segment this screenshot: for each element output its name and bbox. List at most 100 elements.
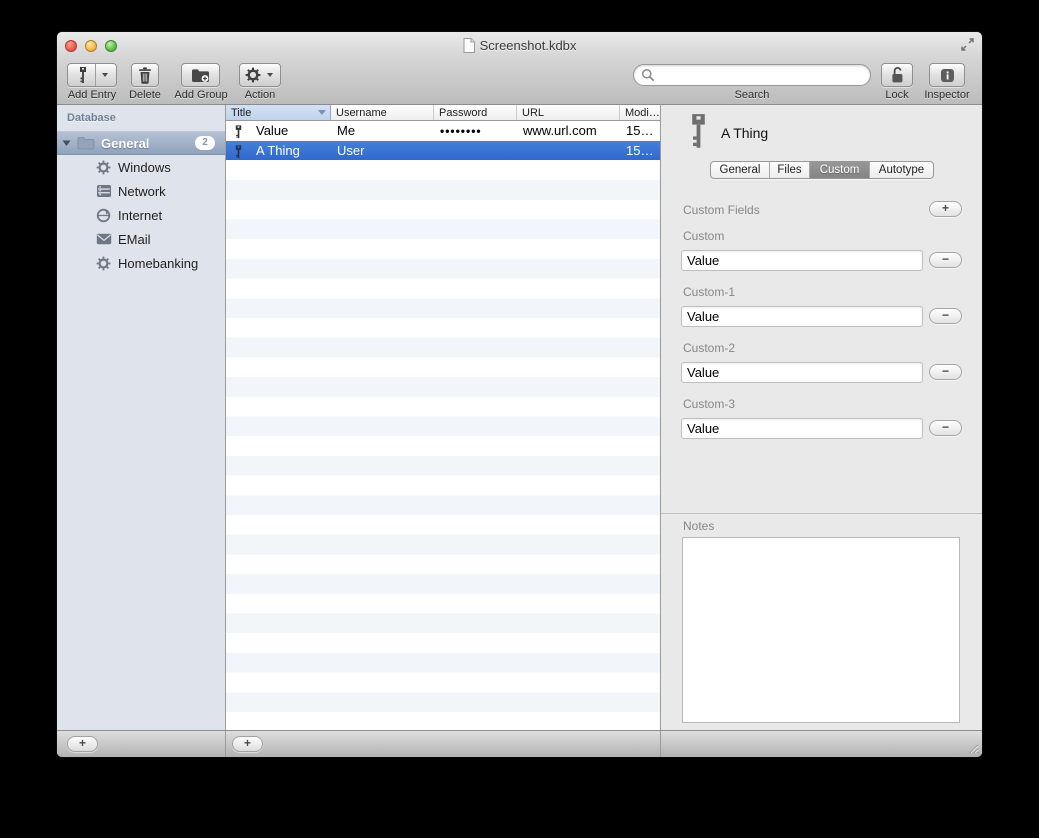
column-header-modified[interactable]: Modi… [620,105,660,120]
add-entry-footer-button[interactable]: + [232,736,263,752]
network-icon [96,184,112,198]
column-header-title[interactable]: Title [226,105,331,120]
entry-modified: 15… [620,143,660,158]
sidebar-item-label: EMail [118,232,151,247]
search-input[interactable] [655,66,870,84]
column-header-password[interactable]: Password [434,105,517,120]
titlebar[interactable]: Screenshot.kdbx [57,32,982,58]
add-entry-label: Add Entry [67,89,117,102]
document-icon [463,38,475,53]
notes-label: Notes [683,519,714,533]
entry-password: •••••••• [434,124,517,138]
trash-icon [138,67,152,84]
disclosure-triangle-icon[interactable] [62,139,71,147]
delete-label: Delete [117,89,173,102]
entry-title: A Thing [256,143,300,158]
entry-url: www.url.com [517,123,620,138]
search-label: Search [633,89,871,102]
sidebar-item-windows[interactable]: Windows [57,155,225,179]
sidebar-group-label: General [101,136,149,151]
app-window: Screenshot.kdbx Add Entry Delete [57,32,982,757]
lock-button[interactable] [881,63,913,87]
delete-button[interactable] [131,63,159,87]
custom-field-input[interactable] [681,250,923,271]
table-header-row: Title Username Password URL Modi… [226,105,660,121]
sidebar-item-label: Network [118,184,166,199]
inspector-button[interactable] [929,63,965,87]
search-field[interactable] [633,64,871,86]
custom-field-input[interactable] [681,362,923,383]
custom-fields-label: Custom Fields [683,203,760,217]
remove-custom-field-button[interactable]: − [929,252,962,268]
sidebar-item-label: Windows [118,160,171,175]
sidebar-group-general[interactable]: General 2 [57,131,225,155]
entry-detail-title: A Thing [721,125,768,141]
sidebar-item-network[interactable]: Network [57,179,225,203]
entry-username: Me [331,123,434,138]
tab-general[interactable]: General [711,162,770,178]
entry-row[interactable]: Value Me •••••••• www.url.com 15… [226,121,660,141]
search-icon [641,68,655,82]
entry-row-selected[interactable]: A Thing User 15… [226,141,660,161]
resize-grip[interactable] [966,741,979,754]
sidebar-header: Database [67,112,116,124]
mail-icon [96,233,112,245]
tab-custom[interactable]: Custom [810,162,870,178]
folder-icon [77,136,95,150]
sort-descending-icon [318,110,326,115]
entry-title: Value [256,123,288,138]
entry-table: Title Username Password URL Modi… Value [225,105,660,730]
gear-icon [96,256,112,271]
field-label: Custom-1 [683,285,735,299]
sidebar-item-homebanking[interactable]: Homebanking [57,251,225,275]
divider [661,513,982,514]
info-icon [939,67,956,84]
window-title-area: Screenshot.kdbx [57,32,982,58]
divider [660,731,661,757]
column-header-username[interactable]: Username [331,105,434,120]
add-group-button[interactable] [181,63,220,87]
add-group-footer-button[interactable]: + [67,736,98,752]
add-group-label: Add Group [172,89,230,102]
divider [225,731,226,757]
chevron-down-icon [267,73,273,77]
key-icon [78,67,88,84]
tab-autotype[interactable]: Autotype [870,162,933,178]
sidebar-item-email[interactable]: EMail [57,227,225,251]
add-custom-field-button[interactable]: + [929,201,962,217]
custom-field-input[interactable] [681,418,923,439]
unlock-icon [890,66,905,84]
window-title: Screenshot.kdbx [480,38,577,53]
key-icon [234,145,243,158]
add-entry-button[interactable] [67,63,117,87]
fullscreen-icon[interactable] [960,37,975,52]
custom-field-input[interactable] [681,306,923,327]
sidebar: Database General 2 Windows [57,105,225,730]
footer-bar: + + [57,730,982,757]
folder-plus-icon [191,68,210,83]
notes-textarea[interactable] [682,537,960,723]
remove-custom-field-button[interactable]: − [929,364,962,380]
table-body[interactable]: Value Me •••••••• www.url.com 15… A Thin… [226,121,660,730]
inspector-panel: A Thing General Files Custom Autotype Cu… [660,105,982,730]
gear-icon [245,67,261,83]
entry-username: User [331,143,434,158]
sidebar-item-label: Homebanking [118,256,198,271]
sidebar-item-internet[interactable]: Internet [57,203,225,227]
tab-files[interactable]: Files [770,162,810,178]
remove-custom-field-button[interactable]: − [929,420,962,436]
action-label: Action [239,89,281,102]
split-divider [95,64,96,86]
key-icon [234,125,243,138]
globe-icon [96,208,112,223]
action-button[interactable] [239,63,281,87]
chevron-down-icon [102,73,108,77]
inspector-tabs: General Files Custom Autotype [710,161,934,179]
group-count-badge: 2 [195,136,215,150]
column-header-url[interactable]: URL [517,105,620,120]
key-icon [688,113,709,151]
remove-custom-field-button[interactable]: − [929,308,962,324]
inspector-label: Inspector [915,89,979,102]
entry-modified: 15… [620,123,660,138]
sidebar-item-label: Internet [118,208,162,223]
